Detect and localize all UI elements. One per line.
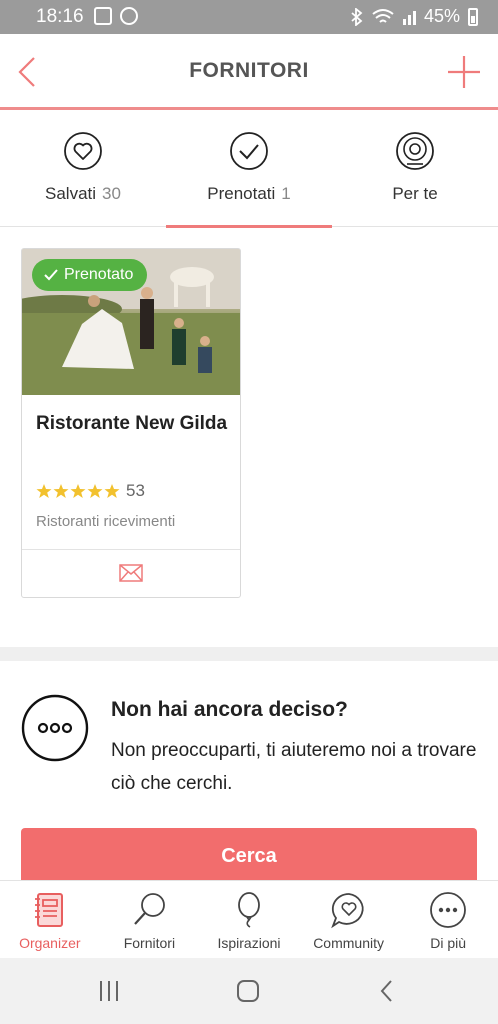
wifi-icon: [372, 8, 394, 23]
bluetooth-icon: [351, 7, 363, 26]
battery-percent: 45%: [423, 6, 460, 26]
vendor-rating: 53: [36, 481, 145, 501]
page-title: FORNITORI: [189, 59, 309, 82]
status-bar: 18:16 45%: [0, 0, 498, 34]
undecided-text: Non preoccuparti, ti aiuteremo noi a tro…: [111, 740, 477, 794]
card-actions: [22, 549, 240, 597]
booked-badge: Prenotato: [32, 259, 148, 291]
signal-icon: [402, 10, 416, 25]
section-divider: [0, 647, 498, 661]
nav-label: Organizer: [19, 935, 81, 951]
battery-icon: [468, 7, 478, 26]
tab-label: Prenotati: [207, 184, 276, 203]
nav-fornitori[interactable]: Fornitori: [100, 881, 200, 959]
nav-label: Community: [313, 935, 384, 951]
nav-label: Ispirazioni: [217, 935, 281, 951]
home-icon[interactable]: [235, 978, 261, 1004]
tab-count: 30: [102, 184, 121, 203]
nav-label: Di più: [430, 935, 467, 951]
more-icon: [430, 892, 467, 928]
vendor-tabs: Salvati 30 Prenotati 1 Per te: [0, 113, 498, 228]
vendor-name[interactable]: Ristorante New Gilda: [36, 407, 230, 441]
balloon-icon: [238, 892, 260, 928]
magnifier-icon: [134, 893, 166, 925]
chat-heart-icon: [330, 893, 364, 929]
app-header: FORNITORI: [0, 34, 498, 110]
tab-per-te[interactable]: Per te: [332, 113, 498, 227]
rating-stars: [36, 483, 120, 499]
star-icon: [53, 484, 69, 498]
tab-label: Salvati: [45, 184, 97, 203]
vendor-card[interactable]: Prenotato Ristorante New Gilda 53 Ristor…: [21, 248, 241, 598]
star-icon: [36, 484, 52, 498]
add-icon[interactable]: [444, 52, 484, 92]
mail-icon[interactable]: [119, 564, 143, 582]
gallery-notification-icon: [94, 7, 112, 25]
system-nav-bar: [0, 958, 498, 1024]
notebook-icon: [34, 893, 63, 927]
tab-count: 1: [281, 184, 291, 203]
rating-count: 53: [126, 481, 145, 500]
star-icon: [104, 484, 120, 498]
star-icon: [70, 484, 86, 498]
status-time: 18:16: [36, 6, 84, 27]
check-icon: [230, 132, 268, 170]
check-icon: [44, 269, 58, 281]
star-icon: [87, 484, 103, 498]
more-circle-icon: [21, 694, 89, 762]
bottom-navigation: Organizer Fornitori Ispirazioni Communit…: [0, 880, 498, 958]
tab-label: Per te: [392, 184, 438, 203]
nav-community[interactable]: Community: [299, 881, 399, 959]
target-icon: [396, 132, 434, 170]
tab-prenotati[interactable]: Prenotati 1: [166, 113, 332, 228]
nav-organizer[interactable]: Organizer: [0, 881, 100, 959]
vendor-photo: Prenotato: [22, 249, 240, 395]
system-back-icon[interactable]: [374, 978, 400, 1004]
search-button[interactable]: Cerca: [21, 828, 477, 884]
whatsapp-notification-icon: [120, 7, 138, 25]
undecided-title: Non hai ancora deciso?: [111, 698, 348, 721]
tab-salvati[interactable]: Salvati 30: [0, 113, 166, 227]
recent-apps-icon[interactable]: [96, 978, 122, 1004]
booked-badge-label: Prenotato: [64, 266, 134, 283]
nav-label: Fornitori: [123, 935, 176, 951]
heart-icon: [64, 132, 102, 170]
nav-ispirazioni[interactable]: Ispirazioni: [199, 881, 299, 959]
nav-di-piu[interactable]: Di più: [398, 881, 498, 959]
vendor-category: Ristoranti ricevimenti: [36, 513, 176, 530]
